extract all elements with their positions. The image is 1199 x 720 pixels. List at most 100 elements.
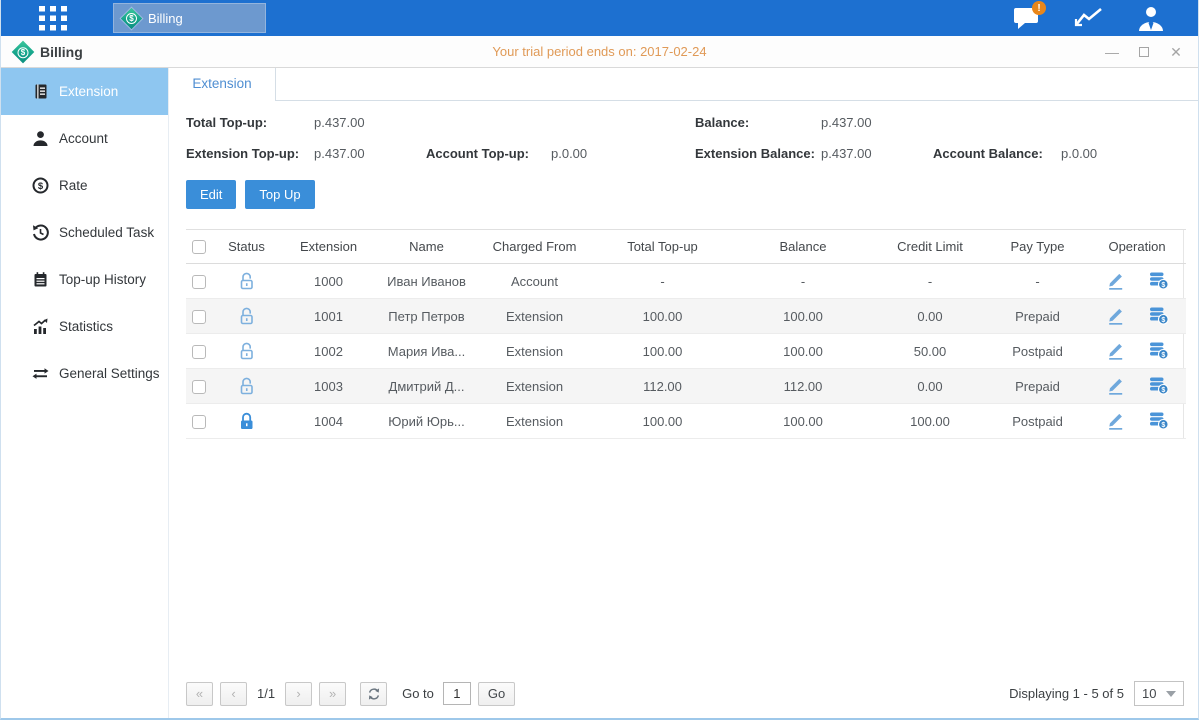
column-header-name: Name <box>376 230 477 264</box>
page-size-select[interactable]: 10 <box>1134 681 1184 706</box>
balance-cell: - <box>733 264 873 299</box>
goto-page-input[interactable] <box>443 682 471 705</box>
total-topup-cell: 100.00 <box>592 404 733 439</box>
sidebar-item-account[interactable]: Account <box>1 115 168 162</box>
reports-button[interactable] <box>1072 4 1106 32</box>
pagination-bar: « ‹ 1/1 › » Go to Go Displaying 1 - 5 of… <box>169 681 1198 718</box>
balance-cell: 100.00 <box>733 299 873 334</box>
taskbar-item-label: Billing <box>148 11 183 26</box>
sidebar-item-statistics[interactable]: Statistics <box>1 303 168 350</box>
edit-icon <box>1106 410 1126 430</box>
page-size-value: 10 <box>1142 686 1156 701</box>
topup-coins-icon: $ <box>1148 305 1169 325</box>
topup-extension-button[interactable]: $ <box>1148 340 1169 360</box>
close-button[interactable]: ✕ <box>1168 44 1184 60</box>
billing-window-icon: $ <box>12 40 35 63</box>
edit-extension-button[interactable] <box>1106 375 1126 395</box>
column-header-operation: Operation <box>1088 230 1186 264</box>
total-topup-label: Total Top-up: <box>186 115 314 131</box>
trial-message: Your trial period ends on: 2017-02-24 <box>1 44 1198 59</box>
pay-type-cell: Postpaid <box>987 404 1088 439</box>
row-checkbox[interactable] <box>192 275 206 289</box>
sidebar-item-rate[interactable]: $Rate <box>1 162 168 209</box>
minimize-button[interactable]: — <box>1104 44 1120 60</box>
topup-coins-icon: $ <box>1148 340 1169 360</box>
column-header-total-top-up: Total Top-up <box>592 230 733 264</box>
sidebar-item-general-settings[interactable]: General Settings <box>1 350 168 397</box>
column-header-extension: Extension <box>281 230 376 264</box>
row-checkbox[interactable] <box>192 310 206 324</box>
maximize-button[interactable] <box>1136 44 1152 60</box>
edit-extension-button[interactable] <box>1106 340 1126 360</box>
user-account-button[interactable] <box>1134 4 1168 32</box>
sidebar-item-extension[interactable]: Extension <box>1 68 168 115</box>
topup-extension-button[interactable]: $ <box>1148 375 1169 395</box>
select-all-checkbox[interactable] <box>192 240 206 254</box>
svg-text:$: $ <box>1161 281 1165 288</box>
column-header-balance: Balance <box>733 230 873 264</box>
balance-summary: Total Top-up: p.437.00 Balance: p.437.00… <box>186 115 1184 162</box>
sidebar-item-label: General Settings <box>59 366 160 381</box>
account-balance-label: Account Balance: <box>933 146 1061 162</box>
table-row: 1003Дмитрий Д...Extension112.00112.000.0… <box>186 369 1186 404</box>
balance-cell: 100.00 <box>733 404 873 439</box>
row-checkbox[interactable] <box>192 415 206 429</box>
pay-type-cell: Prepaid <box>987 299 1088 334</box>
column-header-status: Status <box>212 230 281 264</box>
total-topup-cell: 100.00 <box>592 299 733 334</box>
first-page-button[interactable]: « <box>186 682 213 706</box>
action-buttons: Edit Top Up <box>186 180 1198 209</box>
extension-cell: 1002 <box>281 334 376 369</box>
refresh-icon <box>367 687 381 701</box>
ledger-icon <box>31 83 49 101</box>
extensions-table: StatusExtensionNameCharged FromTotal Top… <box>186 229 1186 439</box>
table-row: 1001Петр ПетровExtension100.00100.000.00… <box>186 299 1186 334</box>
topup-extension-button[interactable]: $ <box>1148 270 1169 290</box>
charged-from-cell: Account <box>477 264 592 299</box>
svg-text:$: $ <box>1161 386 1165 393</box>
person-icon <box>31 130 49 148</box>
prev-page-button[interactable]: ‹ <box>220 682 247 706</box>
taskbar-item-billing[interactable]: $ Billing <box>113 3 266 33</box>
svg-text:$: $ <box>1161 421 1165 428</box>
edit-icon <box>1106 270 1126 290</box>
charged-from-cell: Extension <box>477 369 592 404</box>
next-page-button[interactable]: › <box>285 682 312 706</box>
credit-limit-cell: 100.00 <box>873 404 987 439</box>
page-indicator: 1/1 <box>257 686 275 701</box>
account-topup-label: Account Top-up: <box>426 146 551 162</box>
sidebar-item-scheduled-task[interactable]: Scheduled Task <box>1 209 168 256</box>
messages-button[interactable]: ! <box>1010 4 1044 32</box>
sidebar-item-top-up-history[interactable]: Top-up History <box>1 256 168 303</box>
edit-icon <box>1106 340 1126 360</box>
svg-text:$: $ <box>1161 351 1165 358</box>
sidebar-item-label: Account <box>59 131 108 146</box>
stats-icon <box>31 318 49 336</box>
edit-button[interactable]: Edit <box>186 180 236 209</box>
extension-topup-value: p.437.00 <box>314 146 426 162</box>
extensions-table-wrap: StatusExtensionNameCharged FromTotal Top… <box>186 229 1184 439</box>
topup-extension-button[interactable]: $ <box>1148 305 1169 325</box>
svg-text:$: $ <box>1161 316 1165 323</box>
go-button[interactable]: Go <box>478 682 515 706</box>
top-up-button[interactable]: Top Up <box>245 180 314 209</box>
topup-extension-button[interactable]: $ <box>1148 410 1169 430</box>
user-icon <box>1137 5 1165 32</box>
extension-cell: 1000 <box>281 264 376 299</box>
edit-extension-button[interactable] <box>1106 410 1126 430</box>
edit-extension-button[interactable] <box>1106 270 1126 290</box>
goto-label: Go to <box>402 686 434 701</box>
chevron-down-icon <box>1166 691 1176 697</box>
column-header-credit-limit: Credit Limit <box>873 230 987 264</box>
app-grid-icon[interactable] <box>39 6 69 31</box>
row-checkbox[interactable] <box>192 380 206 394</box>
balance-cell: 112.00 <box>733 369 873 404</box>
last-page-button[interactable]: » <box>319 682 346 706</box>
charged-from-cell: Extension <box>477 404 592 439</box>
notebook-icon <box>31 271 49 289</box>
name-cell: Дмитрий Д... <box>376 369 477 404</box>
refresh-button[interactable] <box>360 682 387 706</box>
tab-extension[interactable]: Extension <box>169 68 276 101</box>
edit-extension-button[interactable] <box>1106 305 1126 325</box>
row-checkbox[interactable] <box>192 345 206 359</box>
